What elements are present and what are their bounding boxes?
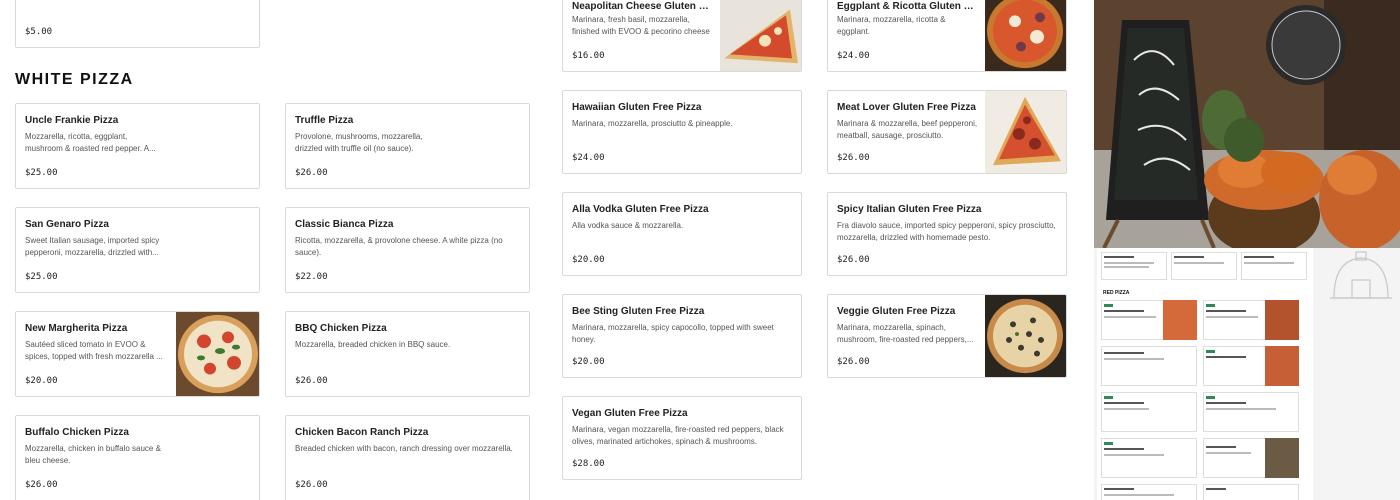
storefront-photo (1094, 0, 1400, 248)
menu-item-truffle[interactable]: Truffle Pizza Provolone, mushrooms, mozz… (285, 103, 530, 189)
item-price: $28.00 (572, 459, 605, 469)
menu-item-veggie-gf[interactable]: Veggie Gluten Free Pizza Marinara, mozza… (827, 294, 1067, 378)
pizza-image (985, 91, 1066, 173)
item-price: $5.00 (25, 27, 53, 37)
item-description: Marinara & mozzarella, beef pepperoni, m… (837, 119, 978, 140)
item-price: $25.00 (25, 168, 58, 178)
item-title: Veggie Gluten Free Pizza (837, 306, 956, 317)
pizza-image (176, 312, 259, 396)
item-price: $26.00 (295, 480, 328, 490)
item-title: Eggplant & Ricotta Gluten Free... (837, 1, 977, 12)
item-title: Neapolitan Cheese Gluten Free... (572, 1, 712, 12)
item-title: Buffalo Chicken Pizza (25, 427, 129, 438)
section-heading-white-pizza: WHITE PIZZA (15, 71, 134, 88)
item-price: $26.00 (837, 357, 870, 367)
menu-item-meat-lover-gf[interactable]: Meat Lover Gluten Free Pizza Marinara & … (827, 90, 1067, 174)
menu-item-new-margherita[interactable]: New Margherita Pizza Sautéed sliced toma… (15, 311, 260, 397)
item-description: Breaded chicken with bacon, ranch dressi… (295, 444, 513, 453)
menu-item-spicy-italian-gf[interactable]: Spicy Italian Gluten Free Pizza Fra diav… (827, 192, 1067, 276)
item-title: Vegan Gluten Free Pizza (572, 408, 688, 419)
pizza-image (720, 0, 801, 71)
item-price: $20.00 (25, 376, 58, 386)
item-description: Sautéed sliced tomato in EVOO & spices, … (25, 340, 163, 361)
item-description: Marinara, vegan mozzarella, fire-roasted… (572, 425, 784, 446)
item-description: Provolone, mushrooms, mozzarella, drizzl… (295, 132, 423, 153)
item-title: Chicken Bacon Ranch Pizza (295, 427, 429, 438)
item-price: $25.00 (25, 272, 58, 282)
item-title: Alla Vodka Gluten Free Pizza (572, 204, 709, 215)
item-title: Hawaiian Gluten Free Pizza (572, 102, 702, 113)
item-title: Meat Lover Gluten Free Pizza (837, 102, 976, 113)
menu-item-neapolitan-gf[interactable]: Neapolitan Cheese Gluten Free... Marinar… (562, 0, 802, 72)
item-description: Marinara, mozzarella, spicy capocollo, t… (572, 323, 774, 344)
menu-item-chicken-bacon-ranch[interactable]: Chicken Bacon Ranch Pizza Breaded chicke… (285, 415, 530, 500)
item-price: $26.00 (837, 255, 870, 265)
menu-item-hawaiian-gf[interactable]: Hawaiian Gluten Free Pizza Marinara, moz… (562, 90, 802, 174)
pizza-image (985, 0, 1066, 71)
menu-item-san-genaro[interactable]: San Genaro Pizza Sweet Italian sausage, … (15, 207, 260, 293)
menu-item-buffalo-chicken[interactable]: Buffalo Chicken Pizza Mozzarella, chicke… (15, 415, 260, 500)
item-title: San Genaro Pizza (25, 219, 109, 230)
item-description: Marinara, mozzarella, prosciutto & pinea… (572, 119, 733, 128)
menu-item-uncle-frankie[interactable]: Uncle Frankie Pizza Mozzarella, ricotta,… (15, 103, 260, 189)
item-price: $24.00 (572, 153, 605, 163)
menu-item-classic-bianca[interactable]: Classic Bianca Pizza Ricotta, mozzarella… (285, 207, 530, 293)
item-price: $26.00 (837, 153, 870, 163)
item-description: Sweet Italian sausage, imported spicy pe… (25, 236, 160, 257)
item-description: Mozzarella, ricotta, eggplant, mushroom … (25, 132, 156, 153)
menu-item-card[interactable]: $5.00 (15, 0, 260, 48)
item-description: Marinara, fresh basil, mozzarella, finis… (572, 15, 710, 36)
menu-item-vegan-gf[interactable]: Vegan Gluten Free Pizza Marinara, vegan … (562, 396, 802, 480)
item-price: $20.00 (572, 255, 605, 265)
item-price: $16.00 (572, 51, 605, 61)
item-description: Mozzarella, breaded chicken in BBQ sauce… (295, 340, 451, 349)
menu-item-eggplant-ricotta-gf[interactable]: Eggplant & Ricotta Gluten Free... Marina… (827, 0, 1067, 72)
menu-item-bbq-chicken[interactable]: BBQ Chicken Pizza Mozzarella, breaded ch… (285, 311, 530, 397)
item-description: Marinara, mozzarella, spinach, mushroom,… (837, 323, 974, 344)
item-price: $26.00 (25, 480, 58, 490)
item-price: $24.00 (837, 51, 870, 61)
item-title: Spicy Italian Gluten Free Pizza (837, 204, 982, 215)
item-price: $26.00 (295, 376, 328, 386)
item-price: $22.00 (295, 272, 328, 282)
item-description: Mozzarella, chicken in buffalo sauce & b… (25, 444, 161, 465)
menu-item-bee-sting-gf[interactable]: Bee Sting Gluten Free Pizza Marinara, mo… (562, 294, 802, 378)
menu-item-alla-vodka-gf[interactable]: Alla Vodka Gluten Free Pizza Alla vodka … (562, 192, 802, 276)
item-description: Alla vodka sauce & mozzarella. (572, 221, 684, 230)
item-title: BBQ Chicken Pizza (295, 323, 387, 334)
item-price: $26.00 (295, 168, 328, 178)
pizza-image (985, 295, 1066, 377)
preview-section-heading: RED PIZZA (1103, 290, 1130, 296)
item-price: $20.00 (572, 357, 605, 367)
item-description: Marinara, mozzarella, ricotta & eggplant… (837, 15, 946, 36)
item-title: Uncle Frankie Pizza (25, 115, 119, 126)
item-title: New Margherita Pizza (25, 323, 128, 334)
pizza-oven-icon (1330, 251, 1392, 299)
menu-preview-thumbnail: RED PIZZA (1094, 248, 1400, 500)
item-title: Bee Sting Gluten Free Pizza (572, 306, 705, 317)
item-title: Classic Bianca Pizza (295, 219, 394, 230)
item-title: Truffle Pizza (295, 115, 354, 126)
item-description: Fra diavolo sauce, imported spicy pepper… (837, 221, 1056, 242)
item-description: Ricotta, mozzarella, & provolone cheese.… (295, 236, 503, 257)
